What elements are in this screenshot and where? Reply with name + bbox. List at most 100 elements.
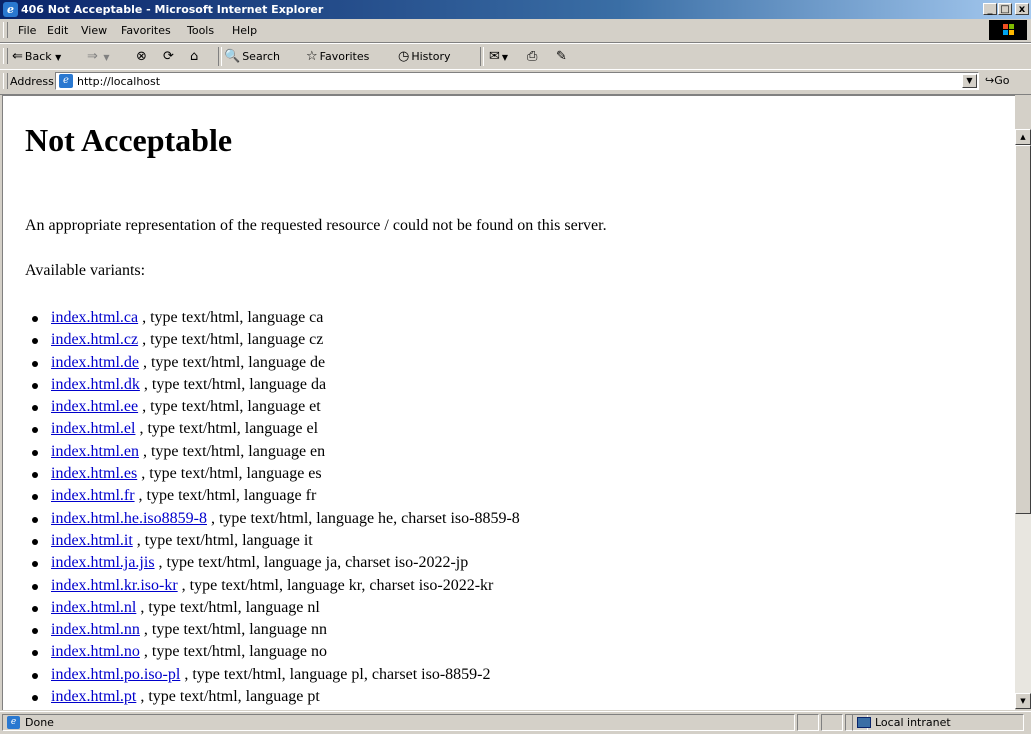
variant-link[interactable]: index.html.de	[51, 354, 139, 371]
forward-dropdown-icon[interactable]: ▼	[103, 53, 109, 62]
variant-link[interactable]: index.html.nl	[51, 599, 136, 616]
home-button[interactable]: ⌂	[190, 48, 200, 65]
variant-link[interactable]: index.html.dk	[51, 376, 140, 393]
window-title: 406 Not Acceptable - Microsoft Internet …	[21, 3, 324, 16]
edit-page-icon: ✎	[556, 49, 567, 64]
variant-link[interactable]: index.html.no	[51, 643, 140, 660]
variant-link[interactable]: index.html.po.iso-pl	[51, 666, 180, 683]
variant-link[interactable]: index.html.ca	[51, 309, 138, 326]
mail-icon: ✉	[489, 49, 500, 64]
variant-description: , type text/html, language da	[139, 375, 327, 393]
history-icon: ◷	[398, 49, 410, 64]
bullet-icon	[32, 338, 38, 345]
back-label: Back	[24, 50, 52, 63]
variant-link[interactable]: index.html.it	[51, 532, 133, 549]
favorites-button[interactable]: ☆ Favorites	[306, 48, 369, 65]
variant-link[interactable]: index.html.el	[51, 420, 135, 437]
forward-arrow-icon: ⇒	[87, 49, 98, 64]
status-text: Done	[25, 716, 54, 729]
address-box[interactable]: e ▼	[55, 72, 979, 90]
variant-link[interactable]: index.html.fr	[51, 487, 135, 504]
print-icon: ⎙	[527, 49, 538, 64]
toolbar-separator	[480, 47, 484, 66]
variant-item: index.html.el , type text/html, language…	[32, 419, 520, 441]
stop-icon: ⊗	[136, 49, 147, 64]
variant-link[interactable]: index.html.cz	[51, 331, 138, 348]
bullet-icon	[32, 360, 38, 367]
bullet-icon	[32, 472, 38, 479]
home-icon: ⌂	[190, 49, 199, 64]
refresh-button[interactable]: ⟳	[163, 48, 176, 65]
variant-link[interactable]: index.html.kr.iso-kr	[51, 577, 178, 594]
variant-item: index.html.ee , type text/html, language…	[32, 397, 520, 419]
variant-link[interactable]: index.html.es	[51, 465, 137, 482]
forward-button[interactable]: ⇒ ▼	[87, 48, 110, 65]
variant-item: index.html.nn , type text/html, language…	[32, 620, 520, 642]
go-button[interactable]: ↪Go	[985, 74, 1009, 87]
variant-link[interactable]: index.html.pt	[51, 688, 136, 705]
zone-panel: Local intranet	[852, 714, 1024, 731]
edit-button[interactable]: ✎	[556, 48, 569, 65]
mail-button[interactable]: ✉ ▼	[489, 48, 508, 65]
scroll-down-arrow-icon[interactable]: ▼	[1015, 693, 1031, 709]
bullet-icon	[32, 583, 38, 590]
variant-description: , type text/html, language en	[138, 442, 326, 460]
variant-link[interactable]: index.html.en	[51, 443, 139, 460]
variant-link[interactable]: index.html.he.iso8859-8	[51, 510, 207, 527]
search-label: Search	[242, 50, 280, 63]
variant-item: index.html.po.iso-pl , type text/html, l…	[32, 665, 520, 687]
address-grip[interactable]	[3, 73, 8, 89]
variant-item: index.html.es , type text/html, language…	[32, 464, 520, 486]
menu-tools[interactable]: Tools	[187, 24, 214, 37]
menu-help[interactable]: Help	[232, 24, 257, 37]
variant-link[interactable]: index.html.ee	[51, 398, 138, 415]
bullet-icon	[32, 538, 38, 545]
stop-button[interactable]: ⊗	[136, 48, 149, 65]
status-bar: e Done Local intranet	[0, 711, 1031, 734]
variant-description: , type text/html, language ja, charset i…	[154, 554, 469, 572]
variant-item: index.html.pt , type text/html, language…	[32, 687, 520, 709]
scroll-thumb[interactable]	[1015, 145, 1031, 514]
menu-favorites[interactable]: Favorites	[121, 24, 171, 37]
variant-description: , type text/html, language it	[132, 531, 313, 549]
bullet-icon	[32, 695, 38, 702]
variant-description: , type text/html, language es	[137, 465, 322, 483]
zone-text: Local intranet	[875, 716, 951, 729]
back-button[interactable]: ⇐ Back ▼	[12, 48, 61, 65]
variant-item: index.html.he.iso8859-8 , type text/html…	[32, 509, 520, 531]
toolbar-grip[interactable]	[3, 48, 8, 64]
search-button[interactable]: 🔍 Search	[224, 48, 280, 65]
menu-edit[interactable]: Edit	[47, 24, 68, 37]
variant-link[interactable]: index.html.ja.jis	[51, 554, 155, 571]
scroll-up-arrow-icon[interactable]: ▲	[1015, 129, 1031, 145]
menu-bar: File Edit View Favorites Tools Help	[0, 19, 1031, 43]
variants-list: index.html.ca , type text/html, language…	[32, 308, 520, 709]
maximize-button[interactable]: □	[998, 3, 1012, 15]
bullet-icon	[32, 405, 38, 412]
bullet-icon	[32, 449, 38, 456]
favorites-star-icon: ☆	[306, 49, 318, 64]
mail-dropdown-icon[interactable]: ▼	[502, 53, 508, 62]
menu-file[interactable]: File	[18, 24, 36, 37]
go-arrow-icon: ↪	[985, 74, 995, 87]
history-label: History	[411, 50, 451, 63]
variant-description: , type text/html, language no	[139, 643, 327, 661]
variant-description: , type text/html, language cz	[138, 331, 324, 349]
page-status-icon: e	[7, 716, 20, 729]
vertical-scrollbar[interactable]: ▲ ▼	[1015, 129, 1031, 709]
menu-view[interactable]: View	[81, 24, 107, 37]
variant-link[interactable]: index.html.nn	[51, 621, 140, 638]
back-dropdown-icon[interactable]: ▼	[55, 53, 61, 62]
menu-grip[interactable]	[3, 22, 8, 38]
address-dropdown-button[interactable]: ▼	[962, 74, 977, 88]
variant-item: index.html.kr.iso-kr , type text/html, l…	[32, 576, 520, 598]
favorites-label: Favorites	[319, 50, 370, 63]
minimize-button[interactable]: _	[983, 3, 997, 15]
address-input[interactable]	[77, 74, 957, 88]
address-bar: Address e ▼ ↪Go	[0, 69, 1031, 95]
variant-item: index.html.no , type text/html, language…	[32, 642, 520, 664]
close-button[interactable]: x	[1015, 3, 1029, 15]
history-button[interactable]: ◷ History	[398, 48, 450, 65]
print-button[interactable]: ⎙	[527, 48, 539, 65]
bullet-icon	[32, 427, 38, 434]
